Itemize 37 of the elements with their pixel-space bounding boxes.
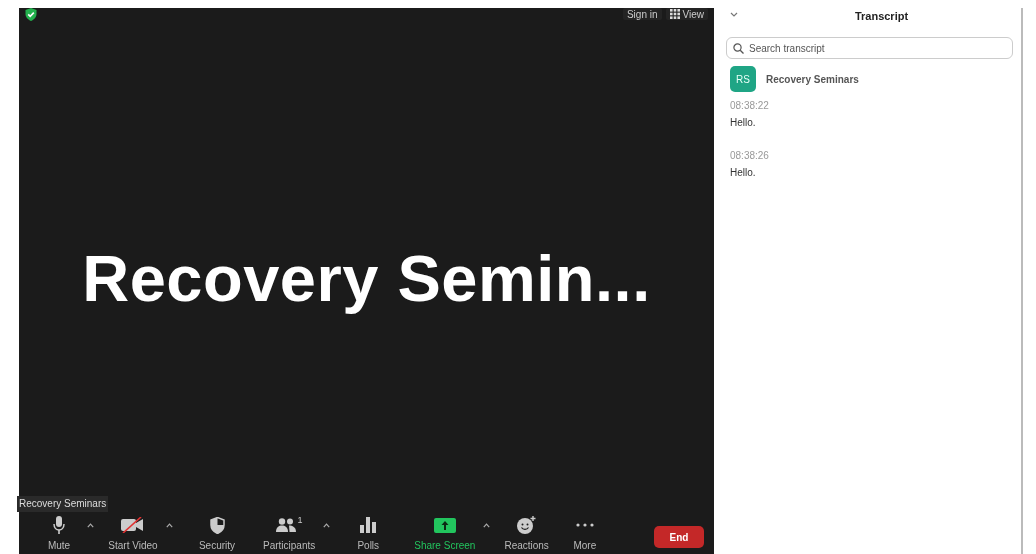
panel-title: Transcript (854, 10, 909, 22)
search-icon (733, 43, 744, 54)
sign-in-button[interactable]: Sign in (622, 8, 662, 20)
shield-check-icon (25, 8, 37, 21)
video-off-icon (121, 517, 145, 533)
microphone-icon (53, 516, 65, 534)
transcript-text: Hello. (730, 117, 757, 128)
view-button[interactable]: View (665, 8, 708, 20)
people-icon (275, 518, 296, 532)
transcript-text: Hello. (730, 167, 757, 178)
shield-icon (209, 516, 225, 534)
caret-icon[interactable] (483, 523, 491, 528)
participant-name-title: Recovery Semin... (82, 240, 651, 316)
grid-icon (669, 9, 680, 19)
toolbar-button[interactable]: Reactions (498, 515, 555, 551)
bar-chart-icon (360, 517, 377, 533)
caret-icon[interactable] (166, 523, 173, 528)
chevron-down-icon[interactable] (730, 12, 738, 17)
toolbar-button[interactable]: Start Video (102, 515, 164, 551)
more-icon (575, 523, 594, 527)
toolbar-button[interactable]: 1 Participants (257, 515, 322, 551)
toolbar-button[interactable]: Polls (342, 515, 395, 551)
speaker-name: Recovery Seminars (766, 73, 859, 85)
name-tag: Recovery Seminars (17, 496, 109, 512)
search-field[interactable]: Search transcript (726, 37, 1013, 59)
end-button[interactable]: End (654, 526, 704, 548)
toolbar-button[interactable]: More (558, 515, 611, 551)
emoji-icon (517, 516, 537, 534)
timestamp: 08:38:26 (730, 150, 770, 161)
avatar: RS (730, 66, 756, 92)
caret-icon[interactable] (323, 523, 331, 528)
toolbar-button[interactable]: Mute (33, 515, 85, 551)
timestamp: 08:38:22 (730, 100, 770, 111)
share-screen-icon (433, 517, 456, 533)
caret-icon[interactable] (87, 523, 94, 528)
toolbar-button[interactable]: Share Screen (408, 515, 482, 551)
toolbar-button[interactable]: Security (191, 515, 243, 551)
